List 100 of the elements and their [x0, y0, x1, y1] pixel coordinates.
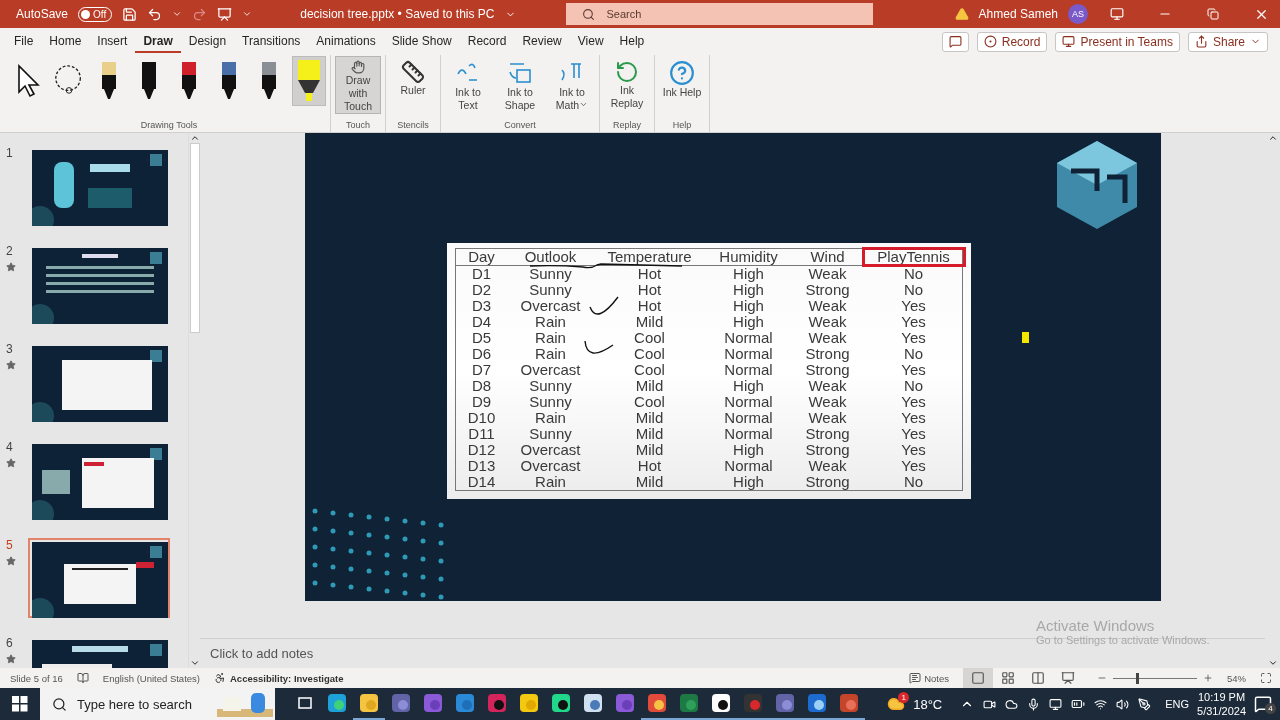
- table-cell-text: Sunny: [528, 378, 573, 394]
- ribbon-tab[interactable]: Transitions: [234, 30, 309, 53]
- table-cell-text: Rain: [534, 346, 567, 362]
- taskbar-search-field[interactable]: Type here to search: [40, 688, 275, 720]
- table-cell-text: D1: [470, 266, 493, 282]
- caret-icon[interactable]: [172, 9, 183, 19]
- scroll-up-icon[interactable]: [189, 133, 200, 143]
- ribbon-button[interactable]: Ink Replay: [604, 56, 650, 114]
- ribbon-tab[interactable]: Design: [180, 30, 235, 53]
- taskbar-clock[interactable]: 10:19 PM 5/31/2024: [1197, 690, 1246, 718]
- slide-number: 6: [6, 636, 14, 650]
- share-button[interactable]: Share: [1187, 31, 1268, 52]
- table-cell-text: Normal: [723, 330, 774, 346]
- search-highlight-drawing: [215, 691, 275, 717]
- view-button[interactable]: [963, 668, 993, 688]
- windows-start-icon[interactable]: [12, 696, 28, 712]
- table-cell-text: Yes: [900, 362, 927, 378]
- table-cell-text: Yes: [900, 458, 927, 474]
- undo-icon[interactable]: [147, 6, 163, 22]
- ribbon-tab[interactable]: Insert: [89, 30, 136, 53]
- table-cell-text: Cool: [633, 394, 666, 410]
- fit-to-window-icon[interactable]: [1260, 672, 1272, 684]
- table-cell-text: Hot: [636, 298, 663, 314]
- table-cell-text: Yes: [900, 394, 927, 410]
- table-cell-text: Weak: [808, 378, 847, 394]
- notifications-button[interactable]: 4: [1254, 695, 1272, 713]
- column-header: Day: [467, 249, 496, 265]
- slideshow-icon: [1061, 671, 1075, 685]
- scroll-down-icon[interactable]: [189, 658, 200, 668]
- battery-icon[interactable]: [1071, 697, 1086, 711]
- save-icon[interactable]: [122, 6, 138, 22]
- table-cell-text: Yes: [900, 410, 927, 426]
- ribbon-tab[interactable]: View: [569, 30, 612, 53]
- table-cell-text: Sunny: [528, 282, 573, 298]
- scroll-up-icon[interactable]: [1267, 133, 1278, 143]
- search-field[interactable]: Search: [565, 3, 873, 25]
- microphone-icon[interactable]: [1027, 697, 1041, 711]
- comments-button[interactable]: [941, 31, 969, 52]
- ribbon-button[interactable]: Ink to Shape: [497, 56, 543, 114]
- weather-widget[interactable]: 1: [887, 695, 906, 713]
- cursor-icon: [1021, 332, 1029, 343]
- app-icon: [551, 693, 571, 713]
- user-avatar[interactable]: AS: [1068, 4, 1088, 24]
- wifi-icon[interactable]: [1094, 697, 1108, 711]
- customize-icon[interactable]: [242, 9, 253, 19]
- display-icon[interactable]: [1049, 697, 1063, 711]
- pen-icon: [141, 61, 157, 101]
- ribbon-button[interactable]: Ink Help: [659, 56, 705, 114]
- ribbon-tab[interactable]: Animations: [308, 30, 384, 53]
- ribbon-button[interactable]: Draw with Touch: [335, 56, 381, 114]
- pen-icon[interactable]: [1138, 697, 1152, 711]
- notes-button[interactable]: Notes: [909, 672, 949, 684]
- ribbon-tab[interactable]: File: [6, 30, 42, 53]
- temperature: 18°C: [913, 696, 943, 712]
- ribbon-tab[interactable]: Help: [611, 30, 653, 53]
- drawing-tool[interactable]: [292, 56, 326, 106]
- zoom-level[interactable]: 54%: [1227, 672, 1246, 684]
- table-cell-text: Rain: [534, 330, 567, 346]
- app-icon: [327, 693, 347, 713]
- window-title: decision tree.pptx • Saved to this PC: [300, 7, 495, 21]
- table-cell-text: Yes: [900, 330, 927, 346]
- present-in-teams-button[interactable]: Present in Teams: [1055, 31, 1180, 52]
- ribbon-tab[interactable]: Slide Show: [383, 30, 460, 53]
- cloud-icon[interactable]: [1005, 697, 1019, 711]
- accessibility-status[interactable]: Accessibility: Investigate: [214, 672, 344, 684]
- table-cell-text: Yes: [900, 442, 927, 458]
- ribbon-tab[interactable]: Record: [459, 30, 515, 53]
- ribbon-tab[interactable]: Draw: [135, 30, 181, 53]
- language-label[interactable]: English (United States): [102, 672, 200, 684]
- app-icon: [423, 693, 443, 713]
- normal-view-icon: [971, 671, 985, 685]
- ribbon-button[interactable]: Ink to Math: [549, 56, 595, 114]
- ribbon-tab[interactable]: Home: [41, 30, 90, 53]
- table-cell-text: High: [732, 314, 765, 330]
- zoom-in-icon[interactable]: [1203, 673, 1213, 683]
- ribbon-button[interactable]: Ruler: [390, 56, 436, 114]
- table-cell-text: Overcast: [519, 298, 582, 314]
- pen-icon: [101, 61, 117, 101]
- volume-icon[interactable]: [1116, 697, 1130, 711]
- table-cell-text: Weak: [807, 314, 848, 330]
- input-language[interactable]: ENG: [1165, 698, 1190, 710]
- table-cell-text: Strong: [804, 442, 851, 458]
- group-label: Stencils: [397, 120, 429, 132]
- table-cell-text: Strong: [804, 426, 851, 442]
- table-cell-text: Cool: [633, 330, 666, 346]
- search-icon: [581, 7, 595, 21]
- ribbon-tab[interactable]: Review: [514, 30, 570, 53]
- ribbon-button[interactable]: Ink to Text: [445, 56, 491, 114]
- table-cell-text: Sunny: [528, 266, 573, 282]
- table-cell-text: Mild: [634, 474, 665, 490]
- table-cell-text: No: [902, 266, 925, 282]
- restore-icon[interactable]: [1207, 8, 1219, 20]
- scroll-down-icon[interactable]: [1267, 658, 1278, 668]
- app-icon: [455, 693, 475, 713]
- table-cell-text: Overcast: [519, 442, 582, 458]
- spelling-icon[interactable]: [76, 672, 89, 684]
- record-button[interactable]: Record: [976, 31, 1048, 52]
- presentation-icon[interactable]: [217, 6, 233, 22]
- scrollbar-thumb[interactable]: [189, 143, 200, 333]
- notes-icon: [909, 672, 922, 684]
